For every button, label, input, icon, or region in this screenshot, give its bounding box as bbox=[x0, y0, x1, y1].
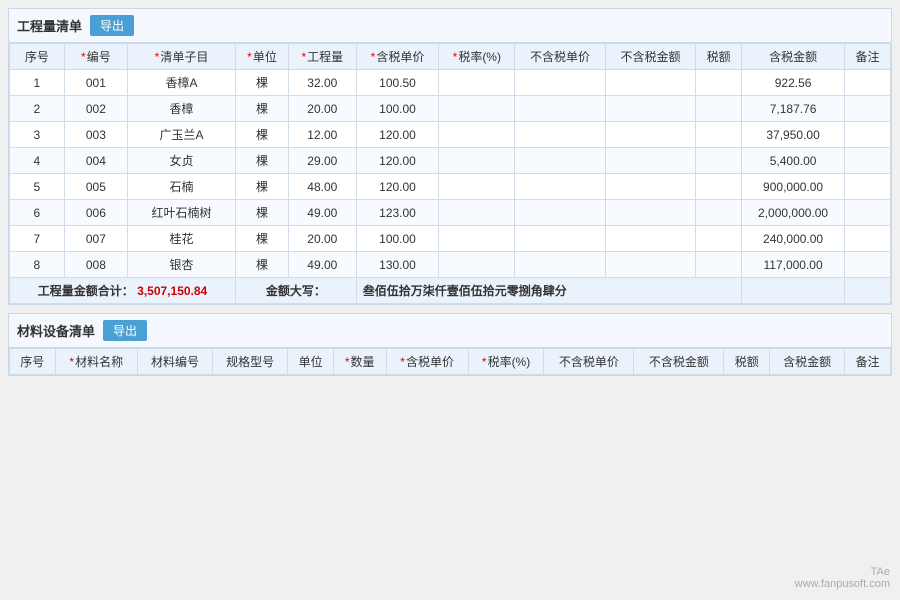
section1-table: 序号 *编号 *清单子目 *单位 *工程量 *含税单价 *税率(%) 不含税单价… bbox=[9, 43, 891, 304]
s2-col-code: 材料编号 bbox=[137, 349, 212, 375]
col-seq: 序号 bbox=[10, 44, 65, 70]
table-row: 6006红叶石楠树棵49.00123.002,000,000.00 bbox=[10, 200, 891, 226]
section2-header-row: 序号 *材料名称 材料编号 规格型号 单位 *数量 *含税单价 *税率(%) 不… bbox=[10, 349, 891, 375]
section1-title: 工程量清单 bbox=[17, 16, 82, 35]
table-row: 8008银杏棵49.00130.00117,000.00 bbox=[10, 252, 891, 278]
footer-tax-amount bbox=[742, 278, 845, 304]
s2-col-name: *材料名称 bbox=[55, 349, 137, 375]
s2-col-no-tax-unit-price: 不含税单价 bbox=[544, 349, 634, 375]
table-row: 3003广玉兰A棵12.00120.0037,950.00 bbox=[10, 122, 891, 148]
section1-footer-row: 工程量金额合计： 3,507,150.84 金额大写： 叁佰伍拾万柒仟壹佰伍拾元… bbox=[10, 278, 891, 304]
s2-col-unit: 单位 bbox=[288, 349, 334, 375]
total-label: 工程量金额合计： 3,507,150.84 bbox=[10, 278, 236, 304]
amount-chinese: 叁佰伍拾万柒仟壹佰伍拾元零捌角肆分 bbox=[356, 278, 741, 304]
col-remark: 备注 bbox=[845, 44, 891, 70]
table-row: 1001香樟A棵32.00100.50922.56 bbox=[10, 70, 891, 96]
col-code: *编号 bbox=[64, 44, 127, 70]
section2-table-wrapper: 序号 *材料名称 材料编号 规格型号 单位 *数量 *含税单价 *税率(%) 不… bbox=[9, 348, 891, 375]
amount-label: 金额大写： bbox=[236, 278, 357, 304]
s2-col-tax-rate: *税率(%) bbox=[468, 349, 544, 375]
s2-col-remark: 备注 bbox=[845, 349, 891, 375]
col-tax: 税额 bbox=[696, 44, 742, 70]
col-tax-unit-price: *含税单价 bbox=[356, 44, 439, 70]
section2-header: 材料设备清单 导出 bbox=[9, 314, 891, 348]
col-no-tax-amount: 不含税金额 bbox=[605, 44, 695, 70]
col-quantity: *工程量 bbox=[288, 44, 356, 70]
table-row: 2002香樟棵20.00100.007,187.76 bbox=[10, 96, 891, 122]
s2-col-tax-amount: 含税金额 bbox=[770, 349, 845, 375]
watermark: TAe www.fanpusoft.com bbox=[795, 566, 890, 590]
footer-remark bbox=[845, 278, 891, 304]
section1-header: 工程量清单 导出 bbox=[9, 9, 891, 43]
col-no-tax-unit-price: 不含税单价 bbox=[515, 44, 605, 70]
table-row: 7007桂花棵20.00100.00240,000.00 bbox=[10, 226, 891, 252]
material-equipment-section: 材料设备清单 导出 序号 *材料名称 材料编号 规格型号 单位 *数量 *含税单… bbox=[8, 313, 892, 376]
engineering-quantity-section: 工程量清单 导出 序号 *编号 *清单子目 *单位 *工程量 *含税单价 *税率… bbox=[8, 8, 892, 305]
s2-col-seq: 序号 bbox=[10, 349, 56, 375]
table-row: 5005石楠棵48.00120.00900,000.00 bbox=[10, 174, 891, 200]
table-row: 4004女贞棵29.00120.005,400.00 bbox=[10, 148, 891, 174]
s2-col-quantity: *数量 bbox=[333, 349, 386, 375]
section1-export-button[interactable]: 导出 bbox=[90, 15, 134, 36]
watermark-line2: www.fanpusoft.com bbox=[795, 578, 890, 590]
s2-col-spec: 规格型号 bbox=[213, 349, 288, 375]
col-tax-amount: 含税金额 bbox=[742, 44, 845, 70]
col-item: *清单子目 bbox=[127, 44, 235, 70]
section1-header-row: 序号 *编号 *清单子目 *单位 *工程量 *含税单价 *税率(%) 不含税单价… bbox=[10, 44, 891, 70]
section2-table: 序号 *材料名称 材料编号 规格型号 单位 *数量 *含税单价 *税率(%) 不… bbox=[9, 348, 891, 375]
s2-col-tax: 税额 bbox=[724, 349, 770, 375]
section2-title: 材料设备清单 bbox=[17, 321, 95, 340]
col-unit: *单位 bbox=[236, 44, 289, 70]
s2-col-tax-unit-price: *含税单价 bbox=[386, 349, 468, 375]
section1-table-wrapper: 序号 *编号 *清单子目 *单位 *工程量 *含税单价 *税率(%) 不含税单价… bbox=[9, 43, 891, 304]
s2-col-no-tax-amount: 不含税金额 bbox=[634, 349, 724, 375]
section2-export-button[interactable]: 导出 bbox=[103, 320, 147, 341]
col-tax-rate: *税率(%) bbox=[439, 44, 515, 70]
watermark-line1: TAe bbox=[795, 566, 890, 578]
